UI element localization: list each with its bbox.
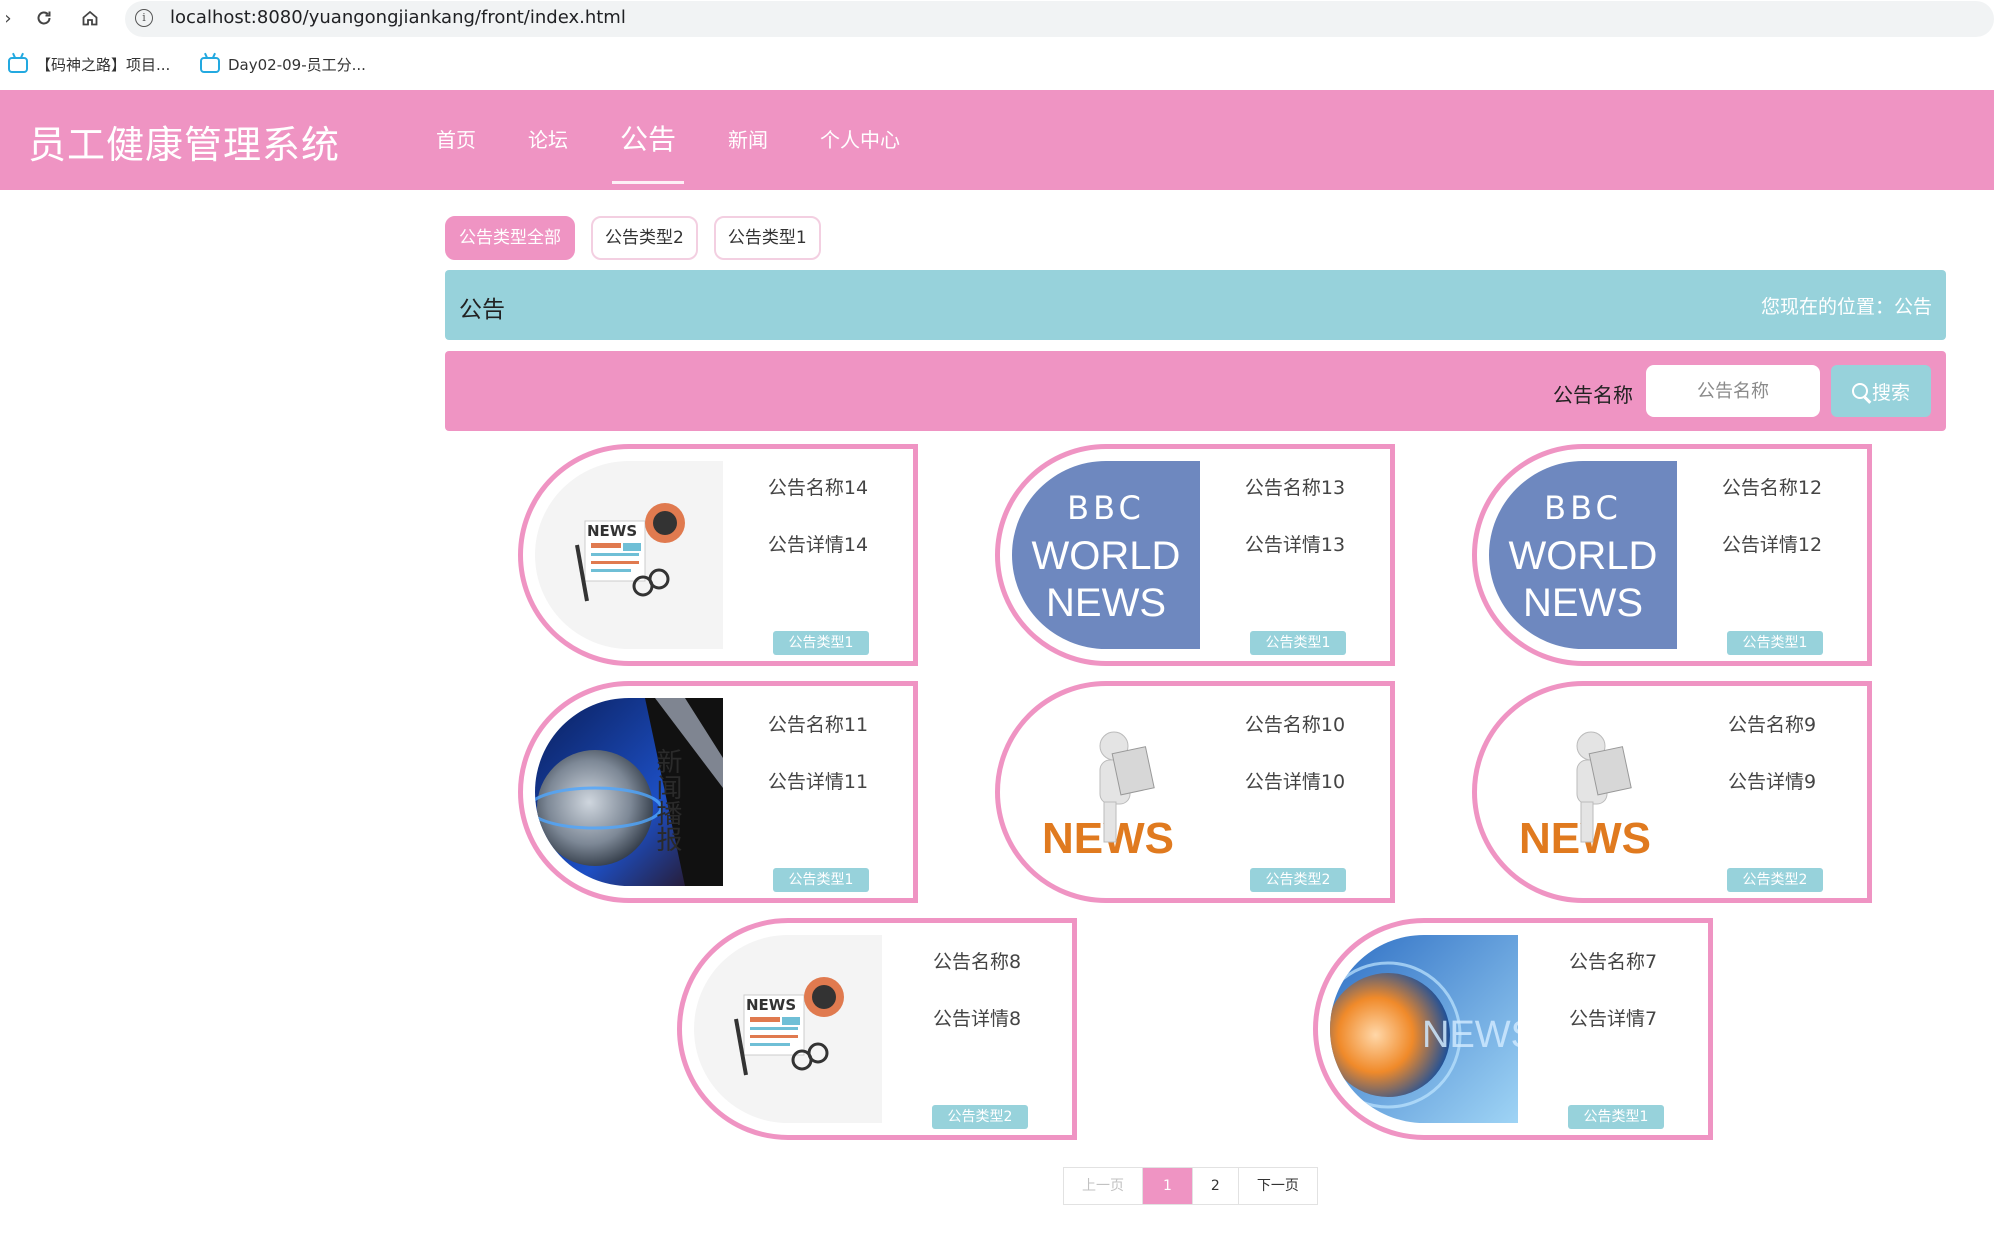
announcement-detail: 公告详情12	[1721, 534, 1823, 556]
bbc-world-news-image: BBC WORLD NEWS	[1489, 461, 1677, 649]
search-button-label: 搜索	[1871, 381, 1910, 404]
news-label: NEWS	[587, 522, 637, 540]
announcement-detail: 公告详情9	[1727, 771, 1817, 793]
search-bar: 公告名称 搜索	[445, 351, 1946, 431]
world-label: WORLD	[1032, 534, 1181, 578]
globe-news-image: NEWS	[1330, 935, 1518, 1123]
bookmark-item[interactable]: Day02-09-员工分...	[200, 54, 366, 75]
announcement-card[interactable]: NEWS 公告名称10 公告详情10 公告类型2	[995, 681, 1395, 903]
bookmark-item[interactable]: 【码神之路】项目...	[8, 54, 170, 75]
bookmarks-bar: 【码神之路】项目... Day02-09-员工分...	[0, 40, 1994, 90]
tab-type-2[interactable]: 公告类型2	[591, 216, 698, 260]
announcement-thumbnail: BBC WORLD NEWS	[1012, 461, 1200, 649]
section-title-bar: 公告 您现在的位置：公告	[445, 270, 1946, 340]
nav-item-announcement[interactable]: 公告	[594, 90, 702, 190]
home-icon[interactable]	[76, 4, 104, 32]
announcement-detail: 公告详情8	[932, 1008, 1022, 1030]
broadcast-label: 新闻播报	[652, 748, 682, 852]
reload-icon[interactable]	[30, 4, 58, 32]
announcement-detail: 公告详情10	[1244, 771, 1346, 793]
bilibili-icon	[8, 56, 28, 73]
announcement-title[interactable]: 公告名称7	[1518, 947, 1708, 974]
announcement-type-badge: 公告类型1	[1568, 1105, 1664, 1129]
category-tabs: 公告类型全部 公告类型2 公告类型1	[445, 216, 821, 260]
main-nav: 首页 论坛 公告 新闻 个人中心	[410, 90, 926, 190]
forward-icon[interactable]: ›	[0, 4, 22, 32]
bbc-label: BBC	[1544, 489, 1622, 527]
news-label: NEWS	[1422, 1014, 1518, 1056]
newspaper-illustration: NEWS	[694, 935, 882, 1123]
news-label: NEWS	[1523, 581, 1643, 625]
announcement-type-badge: 公告类型1	[1727, 631, 1823, 655]
browser-toolbar: › i localhost:8080/yuangongjiankang/fron…	[0, 0, 1994, 37]
announcement-card[interactable]: NEWS 公告名称8 公告详情8 公告类型2	[677, 918, 1077, 1140]
bbc-world-news-image: BBC WORLD NEWS	[1012, 461, 1200, 649]
site-info-icon[interactable]: i	[135, 9, 153, 27]
page-button-1[interactable]: 1	[1143, 1168, 1193, 1204]
bilibili-icon	[200, 56, 220, 73]
announcement-title[interactable]: 公告名称11	[723, 710, 913, 737]
announcement-title[interactable]: 公告名称9	[1677, 710, 1867, 737]
announcement-thumbnail: NEWS	[535, 461, 723, 649]
announcement-type-badge: 公告类型1	[773, 631, 869, 655]
pagination: 上一页 1 2 下一页	[1063, 1167, 1318, 1205]
bbc-label: BBC	[1067, 489, 1145, 527]
prev-page-button[interactable]: 上一页	[1064, 1168, 1143, 1204]
tab-type-1[interactable]: 公告类型1	[713, 216, 821, 260]
bookmark-label: Day02-09-员工分...	[228, 56, 366, 74]
search-icon	[1851, 383, 1868, 399]
announcement-card[interactable]: NEWS 公告名称9 公告详情9 公告类型2	[1472, 681, 1872, 903]
announcement-thumbnail: 新闻播报	[535, 698, 723, 886]
news-figure-image: NEWS	[1489, 698, 1677, 886]
announcement-detail: 公告详情11	[767, 771, 869, 793]
announcement-detail: 公告详情7	[1568, 1008, 1658, 1030]
announcement-thumbnail: BBC WORLD NEWS	[1489, 461, 1677, 649]
announcement-title[interactable]: 公告名称8	[882, 947, 1072, 974]
nav-item-news[interactable]: 新闻	[702, 90, 794, 190]
announcement-thumbnail: NEWS	[694, 935, 882, 1123]
announcement-title[interactable]: 公告名称13	[1200, 473, 1390, 500]
announcement-card[interactable]: NEWS 公告名称14 公告详情14 公告类型1	[518, 444, 918, 666]
announcement-card[interactable]: BBC WORLD NEWS 公告名称12 公告详情12 公告类型1	[1472, 444, 1872, 666]
announcement-thumbnail: NEWS	[1489, 698, 1677, 886]
news-label: NEWS	[746, 996, 796, 1014]
announcement-type-badge: 公告类型1	[1250, 631, 1346, 655]
site-header: 员工健康管理系统 首页 论坛 公告 新闻 个人中心	[0, 90, 1994, 190]
announcement-title[interactable]: 公告名称10	[1200, 710, 1390, 737]
announcement-card[interactable]: NEWS 公告名称7 公告详情7 公告类型1	[1313, 918, 1713, 1140]
url-text[interactable]: localhost:8080/yuangongjiankang/front/in…	[170, 7, 626, 28]
announcement-card[interactable]: BBC WORLD NEWS 公告名称13 公告详情13 公告类型1	[995, 444, 1395, 666]
announcement-detail: 公告详情13	[1244, 534, 1346, 556]
page-button-2[interactable]: 2	[1192, 1168, 1239, 1204]
breadcrumb: 您现在的位置：公告	[1760, 296, 1932, 318]
tab-all-types[interactable]: 公告类型全部	[445, 216, 575, 260]
search-button[interactable]: 搜索	[1831, 365, 1931, 417]
announcement-type-badge: 公告类型1	[773, 868, 869, 892]
world-label: WORLD	[1509, 534, 1658, 578]
site-logo[interactable]: 员工健康管理系统	[28, 114, 340, 169]
announcement-detail: 公告详情14	[767, 534, 869, 556]
globe-broadcast-image: 新闻播报	[535, 698, 723, 886]
announcement-type-badge: 公告类型2	[1727, 868, 1823, 892]
announcement-title[interactable]: 公告名称12	[1677, 473, 1867, 500]
announcement-title[interactable]: 公告名称14	[723, 473, 913, 500]
news-label: NEWS	[1046, 581, 1166, 625]
announcement-card[interactable]: 新闻播报 公告名称11 公告详情11 公告类型1	[518, 681, 918, 903]
search-label: 公告名称	[1553, 383, 1633, 407]
announcement-thumbnail: NEWS	[1330, 935, 1518, 1123]
bookmark-label: 【码神之路】项目...	[36, 56, 171, 74]
announcement-type-badge: 公告类型2	[932, 1105, 1028, 1129]
nav-item-profile[interactable]: 个人中心	[794, 90, 926, 190]
page-title: 公告	[459, 297, 505, 323]
news-figure-image: NEWS	[1012, 698, 1200, 886]
newspaper-illustration: NEWS	[535, 461, 723, 649]
next-page-button[interactable]: 下一页	[1238, 1168, 1317, 1204]
announcement-type-badge: 公告类型2	[1250, 868, 1346, 892]
search-input[interactable]	[1646, 365, 1820, 417]
nav-item-home[interactable]: 首页	[410, 90, 502, 190]
announcement-thumbnail: NEWS	[1012, 698, 1200, 886]
nav-item-forum[interactable]: 论坛	[502, 90, 594, 190]
